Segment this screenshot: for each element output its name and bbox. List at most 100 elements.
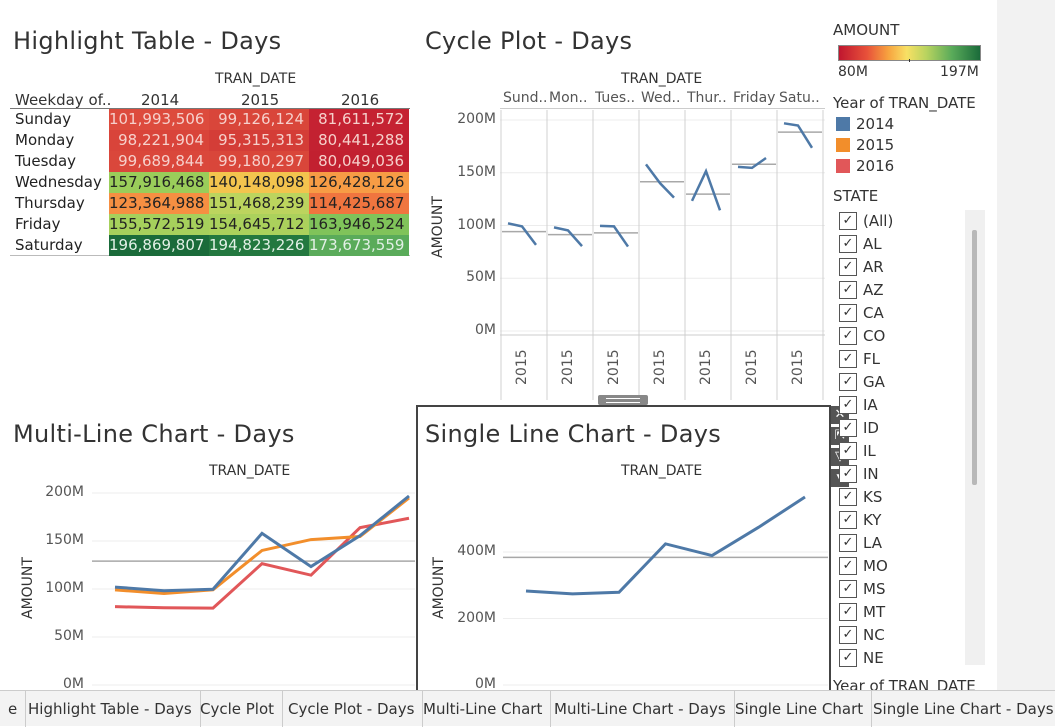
state-label[interactable]: (All) [863,212,893,230]
cycle-y-tick: 200M [457,111,496,127]
checkbox-fl[interactable]: ✓ [839,350,857,368]
table-cell[interactable]: 126,428,126 [309,172,409,193]
resize-handle[interactable] [598,395,648,405]
single-line-y-tick: 200M [457,609,496,626]
checkbox-nc[interactable]: ✓ [839,626,857,644]
cycle-plot-canvas [500,110,825,400]
table-cell[interactable]: 196,869,807 [109,235,209,256]
checkbox-all[interactable]: ✓ [839,212,857,230]
state-label[interactable]: AL [863,235,882,253]
table-cell[interactable]: 157,916,468 [109,172,209,193]
table-cell[interactable]: 80,049,036 [309,151,409,172]
sheet-tab-bar: e Highlight Table - Days Cycle Plot Cycle P… [0,690,1055,727]
table-cell[interactable]: 95,315,313 [209,130,309,151]
multi-line-y-tick: 200M [45,484,84,500]
state-label[interactable]: ID [863,419,879,437]
table-cell[interactable]: 173,673,559 [309,235,409,256]
multi-line-canvas [92,492,415,686]
table-cell[interactable]: 80,441,288 [309,130,409,151]
table-cell[interactable]: 123,364,988 [109,193,209,214]
amount-legend-min: 80M [838,64,868,80]
table-cell[interactable]: 194,823,226 [209,235,309,256]
table-cell[interactable]: 101,993,506 [109,109,209,130]
cycle-plot-title: Cycle Plot - Days [425,27,633,55]
checkbox-la[interactable]: ✓ [839,534,857,552]
sheet-tab[interactable]: Single Line Chart - Days [865,691,1055,727]
table-cell[interactable]: 154,645,712 [209,214,309,235]
checkbox-ky[interactable]: ✓ [839,511,857,529]
state-label[interactable]: FL [863,350,880,368]
legend-label-2015[interactable]: 2015 [856,136,894,154]
table-cell[interactable]: 163,946,524 [309,214,409,235]
table-cell[interactable]: 99,126,124 [209,109,309,130]
checkbox-ga[interactable]: ✓ [839,373,857,391]
sheet-tab[interactable]: Cycle Plot [192,691,284,727]
state-label[interactable]: LA [863,534,882,552]
cycle-line [690,167,722,211]
checkbox-mo[interactable]: ✓ [839,557,857,575]
multi-line-y-tick: 50M [54,628,84,644]
highlight-table-row-header: Weekday of.. [15,91,112,109]
state-label[interactable]: CA [863,304,884,322]
highlight-table-title: Highlight Table - Days [13,27,282,55]
checkbox-ms[interactable]: ✓ [839,580,857,598]
state-label[interactable]: CO [863,327,885,345]
cycle-pane-header: Thur.. [687,90,727,106]
sheet-tab[interactable]: Multi-Line Chart [415,691,552,727]
checkbox-ar[interactable]: ✓ [839,258,857,276]
multi-line-y-tick: 150M [45,532,84,548]
table-cell[interactable]: 155,572,519 [109,214,209,235]
cycle-plot-column-header: TRAN_DATE [621,71,703,87]
table-cell[interactable]: 151,468,239 [209,193,309,214]
checkbox-in[interactable]: ✓ [839,465,857,483]
table-cell[interactable]: 114,425,687 [309,193,409,214]
state-filter-title: STATE [833,187,879,205]
table-cell[interactable]: 98,221,904 [109,130,209,151]
state-label[interactable]: NC [863,626,885,644]
pane-header-divider [500,108,825,109]
table-cell[interactable]: 140,148,098 [209,172,309,193]
highlight-table-year-2016: 2016 [341,91,380,109]
legend-swatch-2016 [836,159,850,173]
table-cell[interactable]: 99,689,844 [109,151,209,172]
checkbox-id[interactable]: ✓ [839,419,857,437]
checkbox-al[interactable]: ✓ [839,235,857,253]
row-label-friday: Friday [15,215,61,233]
cycle-pane-header: Friday [733,90,776,106]
state-label[interactable]: MT [863,603,885,621]
state-label[interactable]: IA [863,396,878,414]
amount-legend-title: AMOUNT [833,21,900,39]
legend-label-2014[interactable]: 2014 [856,115,894,133]
checkbox-mt[interactable]: ✓ [839,603,857,621]
state-label[interactable]: AR [863,258,884,276]
state-label[interactable]: KS [863,488,882,506]
sheet-tab[interactable]: Highlight Table - Days [20,691,201,727]
state-label[interactable]: AZ [863,281,884,299]
table-cell[interactable]: 81,611,572 [309,109,409,130]
single-line-column-header: TRAN_DATE [621,463,703,479]
sheet-tab[interactable]: Multi-Line Chart - Days [546,691,735,727]
cycle-line [783,122,814,149]
amount-legend-max: 197M [940,64,979,80]
state-label[interactable]: IN [863,465,879,483]
checkbox-ia[interactable]: ✓ [839,396,857,414]
state-label[interactable]: MO [863,557,888,575]
state-filter-scroll-thumb[interactable] [972,230,977,485]
checkbox-ca[interactable]: ✓ [839,304,857,322]
sheet-tab[interactable]: Cycle Plot - Days [280,691,424,727]
checkbox-ne[interactable]: ✓ [839,649,857,667]
cycle-pane-header: Wed.. [641,90,681,106]
checkbox-az[interactable]: ✓ [839,281,857,299]
checkbox-ks[interactable]: ✓ [839,488,857,506]
series-line-2015 [114,496,410,596]
state-label[interactable]: IL [863,442,876,460]
legend-label-2016[interactable]: 2016 [856,157,894,175]
state-label[interactable]: NE [863,649,884,667]
state-label[interactable]: GA [863,373,885,391]
table-cell[interactable]: 99,180,297 [209,151,309,172]
checkbox-il[interactable]: ✓ [839,442,857,460]
state-label[interactable]: MS [863,580,885,598]
checkbox-co[interactable]: ✓ [839,327,857,345]
state-label[interactable]: KY [863,511,881,529]
sheet-tab[interactable]: Single Line Chart [727,691,873,727]
